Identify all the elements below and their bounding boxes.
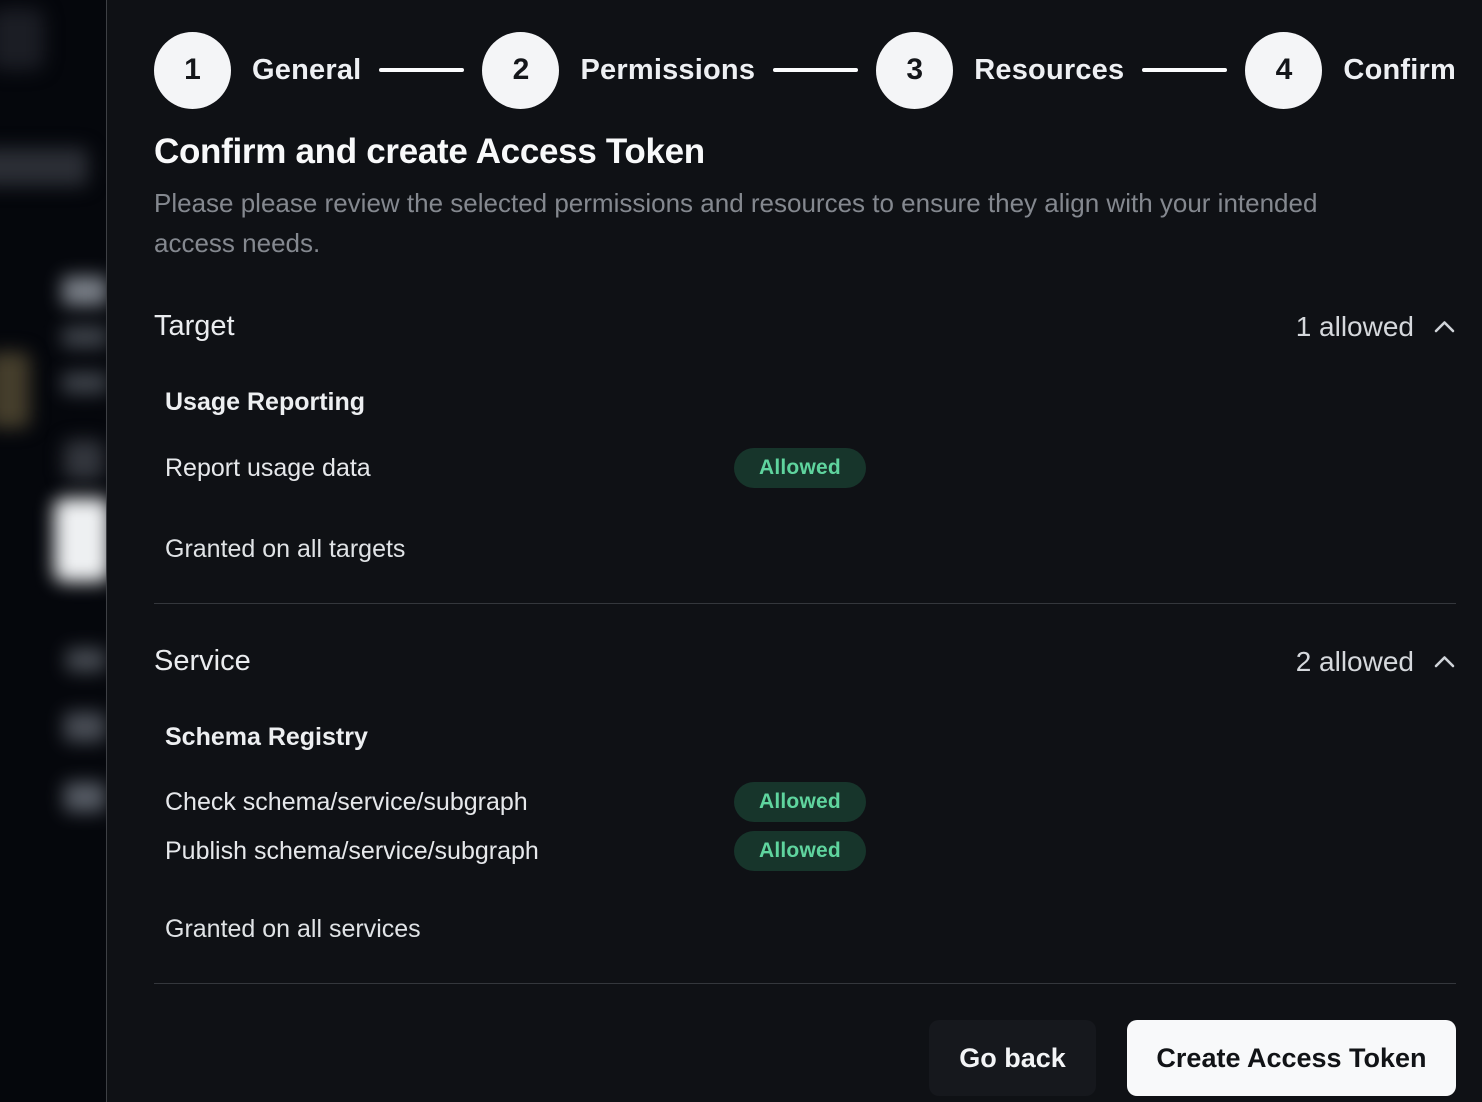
blurred-accent-block [0, 352, 30, 428]
allowed-count-label: 2 allowed [1296, 646, 1414, 678]
section-header-target[interactable]: Target 1 allowed [154, 310, 1456, 343]
stepper-connector [773, 68, 858, 72]
blurred-text-line [62, 372, 106, 394]
go-back-button[interactable]: Go back [929, 1020, 1096, 1096]
section-title: Target [154, 310, 235, 343]
step-label: Resources [974, 54, 1124, 87]
blurred-list-item [64, 782, 106, 812]
blurred-app-logo [0, 8, 44, 70]
chevron-up-icon[interactable] [1433, 653, 1456, 671]
permission-group-title: Usage Reporting [165, 388, 1456, 417]
step-label: Confirm [1343, 54, 1456, 87]
step-number-badge: 4 [1245, 32, 1322, 109]
section-header-service[interactable]: Service 2 allowed [154, 645, 1456, 678]
section-title: Service [154, 645, 251, 678]
status-badge: Allowed [734, 782, 866, 822]
blurred-text-line [62, 276, 106, 306]
permission-label: Report usage data [165, 454, 734, 483]
permission-group-title: Schema Registry [165, 723, 1456, 752]
modal-footer: Go back Create Access Token [154, 1020, 1456, 1096]
section-divider [154, 603, 1456, 604]
blurred-list-item [66, 648, 106, 672]
step-resources[interactable]: 3 Resources [876, 32, 1124, 109]
step-label: Permissions [580, 54, 755, 87]
stepper-connector [379, 68, 464, 72]
section-count: 1 allowed [1296, 311, 1456, 343]
permission-label: Check schema/service/subgraph [165, 788, 734, 817]
permission-row: Publish schema/service/subgraph Allowed [165, 831, 1456, 871]
create-access-token-button[interactable]: Create Access Token [1127, 1020, 1456, 1096]
page-title: Confirm and create Access Token [154, 132, 1456, 172]
step-confirm[interactable]: 4 Confirm [1245, 32, 1456, 109]
create-access-token-modal: 1 General 2 Permissions 3 Resources 4 Co… [106, 0, 1482, 1102]
step-number-badge: 2 [482, 32, 559, 109]
chevron-up-icon[interactable] [1433, 318, 1456, 336]
section-count: 2 allowed [1296, 646, 1456, 678]
step-general[interactable]: 1 General [154, 32, 361, 109]
blurred-text-line [62, 326, 106, 348]
status-badge: Allowed [734, 448, 866, 488]
permission-label: Publish schema/service/subgraph [165, 837, 734, 866]
blurred-list-item [64, 712, 106, 742]
blurred-nav-item [0, 148, 88, 186]
step-permissions[interactable]: 2 Permissions [482, 32, 755, 109]
wizard-stepper: 1 General 2 Permissions 3 Resources 4 Co… [154, 31, 1456, 109]
step-label: General [252, 54, 361, 87]
permission-row: Report usage data Allowed [165, 448, 1456, 488]
blurred-card [54, 498, 106, 582]
stepper-connector [1142, 68, 1227, 72]
blurred-icon [64, 440, 104, 480]
blurred-background-page [0, 0, 106, 1102]
allowed-count-label: 1 allowed [1296, 311, 1414, 343]
page-subtitle: Please please review the selected permis… [154, 183, 1384, 263]
grant-scope-note: Granted on all targets [165, 535, 1456, 564]
step-number-badge: 1 [154, 32, 231, 109]
grant-scope-note: Granted on all services [165, 915, 1456, 944]
permission-row: Check schema/service/subgraph Allowed [165, 782, 1456, 822]
footer-divider [154, 983, 1456, 984]
step-number-badge: 3 [876, 32, 953, 109]
status-badge: Allowed [734, 831, 866, 871]
